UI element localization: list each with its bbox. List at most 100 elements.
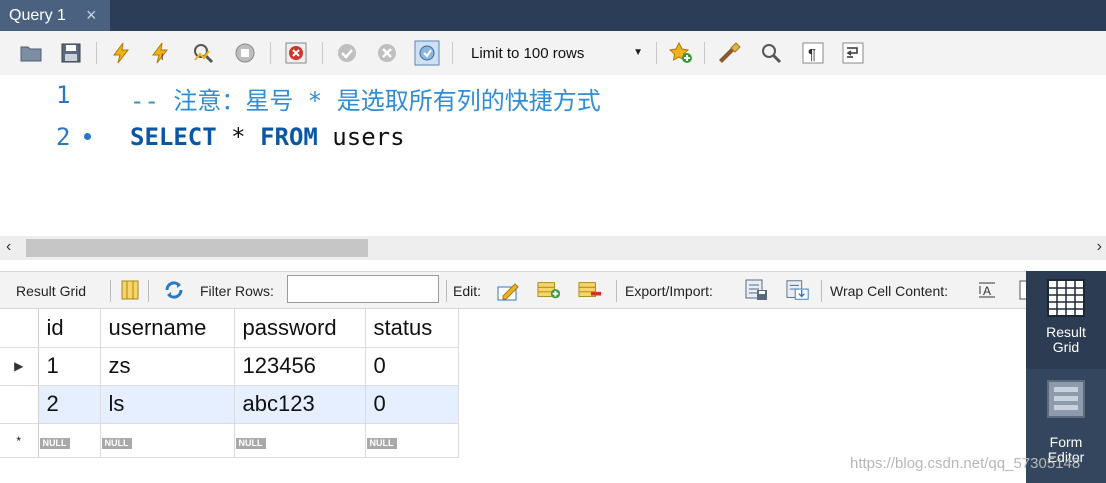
wrap-icon[interactable] [840, 40, 866, 66]
commit-icon[interactable] [334, 40, 360, 66]
chevron-down-icon: ▼ [633, 47, 643, 58]
select-statement-line: SELECT * FROM users [130, 123, 405, 151]
new-row-marker: * [0, 423, 39, 458]
sql-editor[interactable]: 1 -- 注意：星号 * 是选取所有列的快捷方式 2 SELECT * FROM… [0, 75, 1106, 235]
delete-row-icon[interactable] [578, 278, 602, 302]
execute-current-icon[interactable]: I [148, 40, 174, 66]
save-icon[interactable] [58, 40, 84, 66]
column-header-password[interactable]: password [234, 309, 366, 348]
toolbar-separator [616, 280, 617, 302]
watermark-text: https://blog.csdn.net/qq_57305148 [850, 455, 1081, 472]
row-header-cell [0, 309, 39, 348]
table-row[interactable]: ▶ 1 zs 123456 0 [0, 347, 459, 386]
table-header-row: id username password status [0, 309, 459, 348]
new-row[interactable]: * NULL NULL NULL NULL [0, 423, 459, 458]
column-header-status[interactable]: status [365, 309, 459, 348]
add-snippet-icon[interactable] [668, 40, 694, 66]
close-tab-icon[interactable]: × [86, 5, 97, 25]
form-editor-label-line1: Form [1049, 434, 1083, 450]
column-toggle-icon[interactable] [118, 278, 142, 302]
toolbar-separator [704, 42, 705, 64]
wrap-cell-content-label: Wrap Cell Content: [830, 283, 949, 299]
toolbar-separator [96, 42, 97, 64]
column-header-username[interactable]: username [100, 309, 235, 348]
editor-horizontal-scrollbar[interactable]: ‹ › [0, 236, 1106, 260]
select-star: * [216, 123, 261, 151]
limit-rows-select[interactable]: Limit to 100 rows ▼ [462, 40, 650, 66]
scroll-left-icon[interactable]: ‹ [6, 238, 11, 256]
toolbar-separator [270, 42, 271, 64]
cell-status[interactable]: 0 [365, 347, 459, 386]
more-options-icon[interactable] [1012, 278, 1026, 302]
filter-rows-label: Filter Rows: [200, 283, 274, 299]
column-header-id[interactable]: id [38, 309, 101, 348]
result-grid-view-button[interactable]: Result Grid [1026, 271, 1106, 369]
comment-line: -- 注意：星号 * 是选取所有列的快捷方式 [130, 87, 601, 115]
folder-icon[interactable] [18, 40, 44, 66]
rollback-icon[interactable] [374, 40, 400, 66]
autocommit-icon[interactable] [414, 40, 440, 66]
result-grid-label-line2: Grid [1052, 339, 1080, 355]
toolbar-separator [148, 280, 149, 302]
edit-label: Edit: [453, 283, 482, 299]
svg-text:A: A [983, 284, 991, 298]
toolbar-separator [452, 42, 453, 64]
result-table: id username password status ▶ 1 zs 12345… [0, 309, 459, 458]
statement-marker-icon [84, 133, 91, 140]
export-icon[interactable] [745, 278, 769, 302]
null-badge: NULL [235, 437, 266, 449]
svg-text:¶: ¶ [808, 46, 816, 63]
result-grid-label-line1: Result [1046, 324, 1086, 340]
find-icon[interactable] [758, 40, 784, 66]
null-cell-status[interactable]: NULL [365, 423, 459, 458]
export-import-label: Export/Import: [625, 283, 713, 299]
result-grid[interactable]: id username password status ▶ 1 zs 12345… [0, 309, 460, 458]
limit-rows-value: Limit to 100 rows [471, 44, 585, 62]
keyword-select: SELECT [130, 123, 217, 151]
add-row-icon[interactable] [537, 278, 561, 302]
mysql-workbench-query-window: Query 1 × I Limit to 100 rows ▼ ¶ 1 -- 注… [0, 0, 1106, 483]
cell-password[interactable]: 123456 [234, 347, 366, 386]
form-icon [1047, 380, 1085, 418]
cell-username[interactable]: zs [100, 347, 235, 386]
row-header-cell [0, 385, 39, 424]
null-cell-password[interactable]: NULL [234, 423, 366, 458]
table-name: users [317, 123, 405, 151]
tab-bar: Query 1 × [0, 0, 1106, 31]
beautify-icon[interactable] [716, 40, 742, 66]
tab-query-1[interactable]: Query 1 × [0, 0, 110, 31]
cell-id[interactable]: 2 [38, 385, 101, 424]
null-cell-id[interactable]: NULL [38, 423, 101, 458]
toolbar-separator [821, 280, 822, 302]
toolbar-separator [322, 42, 323, 64]
cell-password[interactable]: abc123 [234, 385, 366, 424]
null-badge: NULL [366, 437, 397, 449]
execute-icon[interactable] [108, 40, 134, 66]
cell-id[interactable]: 1 [38, 347, 101, 386]
edit-row-icon[interactable] [497, 278, 521, 302]
toggle-error-icon[interactable] [283, 40, 309, 66]
line-number: 1 [56, 81, 71, 109]
sql-editor-toolbar: I Limit to 100 rows ▼ ¶ [0, 31, 1106, 75]
result-grid-label[interactable]: Result Grid [16, 283, 86, 299]
stop-icon[interactable] [232, 40, 258, 66]
refresh-icon[interactable] [162, 278, 186, 302]
filter-rows-input[interactable] [287, 275, 439, 303]
table-row[interactable]: 2 ls abc123 0 [0, 385, 459, 424]
line-number: 2 [56, 123, 71, 151]
import-icon[interactable] [786, 278, 810, 302]
scrollbar-thumb[interactable] [26, 239, 368, 257]
result-toolbar: Result Grid Filter Rows: Edit: Export/Im… [0, 271, 1026, 309]
cell-status[interactable]: 0 [365, 385, 459, 424]
scroll-right-icon[interactable]: › [1097, 238, 1102, 256]
wrap-cell-icon[interactable]: A [975, 278, 999, 302]
null-badge: NULL [39, 437, 70, 449]
result-side-panel: Result Grid Form Editor [1026, 271, 1106, 483]
invisible-chars-icon[interactable]: ¶ [800, 40, 826, 66]
tab-title: Query 1 [9, 6, 66, 24]
null-cell-username[interactable]: NULL [100, 423, 235, 458]
null-badge: NULL [101, 437, 132, 449]
explain-icon[interactable] [190, 40, 216, 66]
cell-username[interactable]: ls [100, 385, 235, 424]
keyword-from: FROM [260, 123, 318, 151]
